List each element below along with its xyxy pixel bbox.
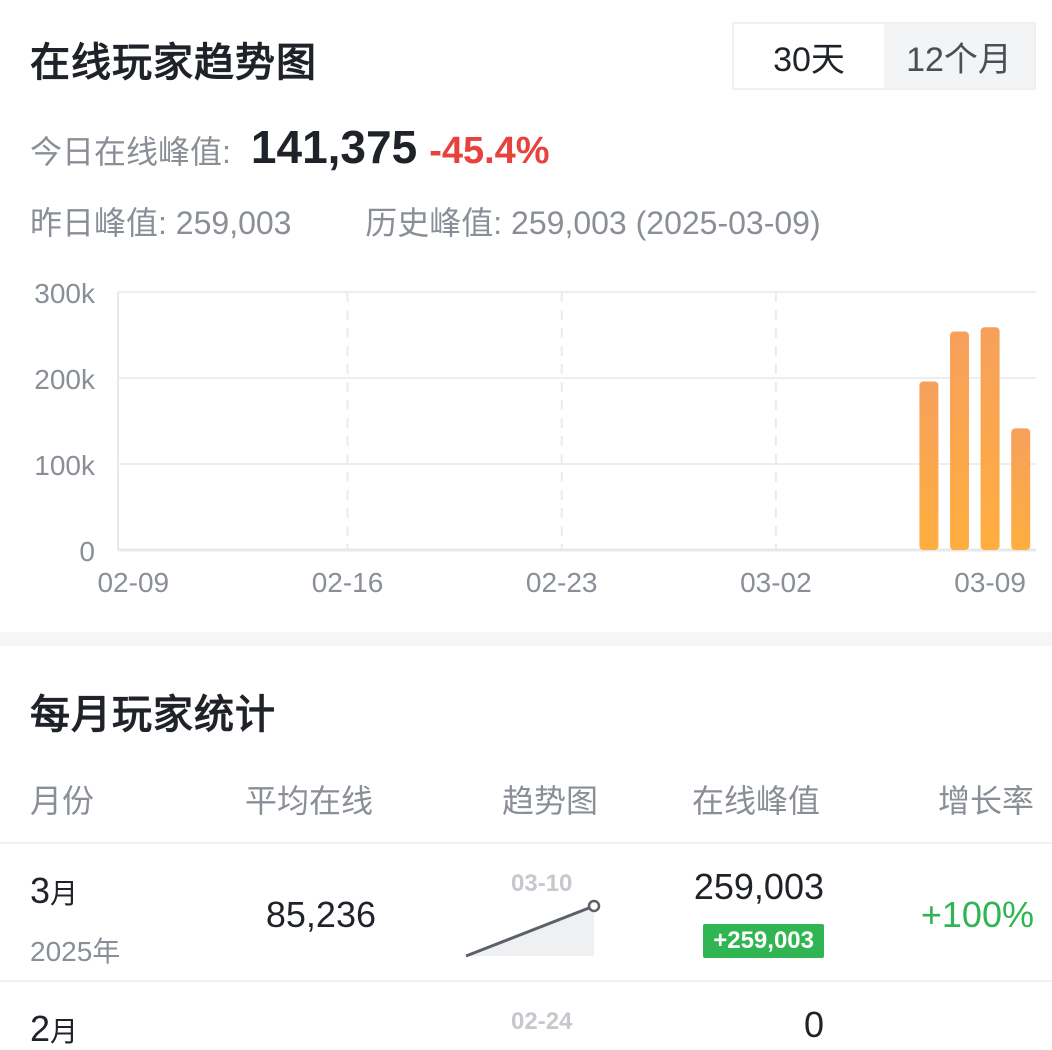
- x-tick-label: 03-02: [740, 567, 812, 598]
- alltime-peak-value: 259,003 (2025-03-09): [511, 205, 821, 241]
- table-row[interactable]: 3月 2025年 85,236 03-10 259,003 +259,003 +…: [0, 844, 1052, 980]
- y-tick-label: 0: [79, 536, 95, 567]
- x-tick-label: 03-09: [954, 567, 1026, 598]
- year-label: 2025年: [30, 936, 121, 967]
- online-trend-chart: 0 100k 200k 300k 02-09 02-16 02-23 03-02 03-09: [34, 278, 1036, 598]
- today-peak-change: -45.4%: [429, 130, 550, 172]
- peak-online: 0: [803, 1004, 824, 1045]
- chart-bar: [980, 327, 1000, 550]
- x-tick-label: 02-23: [526, 567, 598, 598]
- y-tick-label: 100k: [34, 450, 96, 481]
- section-title: 在线玩家趋势图: [30, 41, 317, 85]
- chart-bar: [950, 331, 969, 550]
- x-tick-label: 02-09: [97, 567, 169, 598]
- alltime-peak-label: 历史峰值:: [365, 205, 503, 241]
- month-cell: 2月: [30, 1008, 78, 1050]
- sparkline: [465, 899, 601, 958]
- month-cell: 3月: [30, 870, 78, 912]
- table-row[interactable]: 2月 02-24 0: [0, 982, 1052, 1049]
- x-tick-label: 02-16: [312, 567, 384, 598]
- range-toggle: 30天 12个月: [732, 22, 1036, 90]
- col-peak: 在线峰值: [692, 783, 821, 819]
- col-growth: 增长率: [937, 783, 1034, 819]
- tab-12-months[interactable]: 12个月: [884, 24, 1034, 88]
- monthly-title: 每月玩家统计: [30, 693, 276, 737]
- month-unit: 月: [50, 878, 79, 909]
- today-peak: 今日在线峰值: 141,375 -45.4%: [30, 120, 550, 174]
- yesterday-peak-value: 259,003: [175, 205, 292, 241]
- month-number: 3: [30, 870, 51, 911]
- chart-bar: [1011, 428, 1031, 550]
- peak-online: 259,003: [693, 866, 824, 907]
- month-unit: 月: [50, 1016, 79, 1047]
- tab-30-days[interactable]: 30天: [734, 24, 884, 88]
- sparkline-label: 02-24: [511, 1008, 573, 1035]
- col-month: 月份: [30, 783, 95, 819]
- peak-history: 昨日峰值: 259,003 历史峰值: 259,003 (2025-03-09): [30, 198, 821, 244]
- peak-delta-badge: +259,003: [703, 924, 824, 958]
- chart-bar: [919, 381, 939, 550]
- yesterday-peak-label: 昨日峰值:: [30, 205, 167, 241]
- sparkline-point: [587, 899, 601, 913]
- average-online: 85,236: [265, 894, 376, 935]
- y-tick-label: 300k: [34, 278, 96, 309]
- col-trend: 趋势图: [502, 783, 599, 819]
- section-divider: [0, 632, 1052, 646]
- growth-rate: +100%: [920, 894, 1034, 935]
- today-peak-label: 今日在线峰值:: [30, 134, 231, 170]
- table-header: 月份 平均在线 趋势图 在线峰值 增长率: [0, 770, 1052, 828]
- today-peak-value: 141,375: [250, 121, 418, 173]
- y-tick-label: 200k: [34, 364, 96, 395]
- col-average: 平均在线: [245, 783, 374, 819]
- trend-section: 在线玩家趋势图 30天 12个月 今日在线峰值: 141,375 -45.4% …: [0, 0, 1052, 632]
- month-number: 2: [30, 1008, 51, 1049]
